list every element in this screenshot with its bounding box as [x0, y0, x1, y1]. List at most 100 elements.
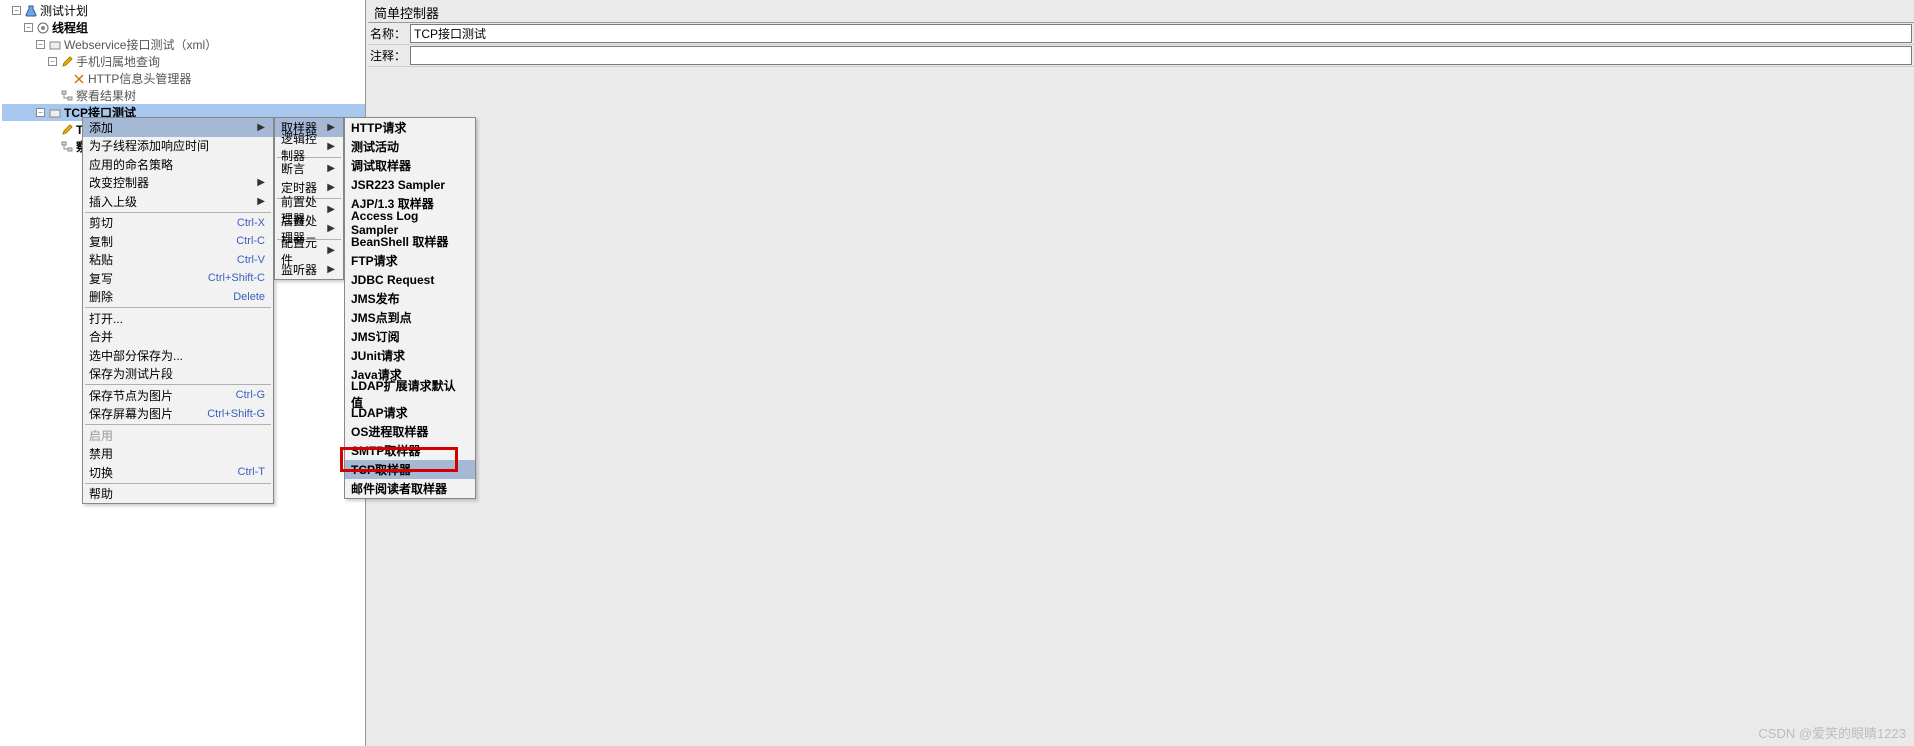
toggle-icon[interactable]: − — [24, 23, 33, 32]
menu-label: 测试活动 — [351, 138, 399, 155]
menu-label: 断言 — [281, 160, 305, 177]
menu-cut[interactable]: 剪切Ctrl-X — [83, 214, 273, 233]
menu-toggle[interactable]: 切换 Ctrl-T — [83, 463, 273, 482]
shortcut: Delete — [233, 291, 265, 303]
shortcut: Ctrl+Shift-G — [207, 408, 265, 420]
menu-naming-policy[interactable]: 应用的命名策略 — [83, 155, 273, 174]
menu-mail-reader[interactable]: 邮件阅读者取样器 — [345, 479, 475, 498]
menu-ldap-ext[interactable]: LDAP扩展请求默认值 — [345, 384, 475, 403]
tree-view-results-1[interactable]: 察看结果树 — [2, 87, 365, 104]
menu-label: OS进程取样器 — [351, 423, 428, 440]
menu-label: JDBC Request — [351, 273, 434, 287]
chevron-right-icon: ▶ — [327, 141, 335, 152]
context-menu-main: 添加▶ 为子线程添加响应时间 应用的命名策略 改变控制器▶ 插入上级▶ 剪切Ct… — [82, 117, 274, 504]
menu-http-request[interactable]: HTTP请求 — [345, 118, 475, 137]
menu-label: 保存节点为图片 — [89, 387, 173, 404]
menu-label: TCP取样器 — [351, 461, 411, 478]
menu-label: 改变控制器 — [89, 174, 149, 191]
menu-test-action[interactable]: 测试活动 — [345, 137, 475, 156]
menu-save-screen-img[interactable]: 保存屏幕为图片 Ctrl+Shift-G — [83, 405, 273, 424]
menu-add[interactable]: 添加▶ — [83, 118, 273, 137]
menu-label: SMTP取样器 — [351, 442, 420, 459]
menu-os-process[interactable]: OS进程取样器 — [345, 422, 475, 441]
menu-save-fragment[interactable]: 保存为测试片段 — [83, 365, 273, 384]
shortcut: Ctrl-T — [238, 466, 266, 478]
menu-label: 剪切 — [89, 214, 113, 231]
folder-icon — [48, 106, 62, 120]
menu-ftp[interactable]: FTP请求 — [345, 251, 475, 270]
menu-label: 合并 — [89, 328, 113, 345]
context-menu-add: 取样器▶ 逻辑控制器▶ 断言▶ 定时器▶ 前置处理器▶ 后置处理器▶ 配置元件▶… — [274, 117, 344, 280]
toggle-icon[interactable]: − — [36, 40, 45, 49]
menu-debug-sampler[interactable]: 调试取样器 — [345, 156, 475, 175]
menu-label: 切换 — [89, 464, 113, 481]
menu-jsr223[interactable]: JSR223 Sampler — [345, 175, 475, 194]
comment-input[interactable] — [410, 46, 1912, 65]
menu-label: FTP请求 — [351, 252, 398, 269]
tree-webservice[interactable]: − Webservice接口测试（xml） — [2, 36, 365, 53]
menu-listener[interactable]: 监听器▶ — [275, 260, 343, 279]
toggle-icon[interactable]: − — [36, 108, 45, 117]
tree-thread-group[interactable]: − 线程组 — [2, 19, 365, 36]
menu-separator — [85, 212, 271, 213]
menu-label: JSR223 Sampler — [351, 178, 445, 192]
menu-save-selection[interactable]: 选中部分保存为... — [83, 346, 273, 365]
menu-label: 插入上级 — [89, 193, 137, 210]
menu-label: JMS点到点 — [351, 309, 412, 326]
menu-label: LDAP请求 — [351, 404, 408, 421]
menu-disable[interactable]: 禁用 — [83, 445, 273, 464]
menu-logic-controller[interactable]: 逻辑控制器▶ — [275, 137, 343, 156]
menu-label: HTTP请求 — [351, 119, 406, 136]
menu-paste[interactable]: 粘贴Ctrl-V — [83, 251, 273, 270]
menu-jdbc[interactable]: JDBC Request — [345, 270, 475, 289]
tree-phone-query[interactable]: − 手机归属地查询 — [2, 53, 365, 70]
shortcut: Ctrl-G — [236, 389, 265, 401]
chevron-right-icon: ▶ — [327, 163, 335, 174]
menu-add-think-time[interactable]: 为子线程添加响应时间 — [83, 137, 273, 156]
pencil-icon — [60, 123, 74, 137]
menu-junit[interactable]: JUnit请求 — [345, 346, 475, 365]
menu-label: 添加 — [89, 119, 113, 136]
panel-title: 简单控制器 — [368, 0, 1914, 23]
menu-change-controller[interactable]: 改变控制器 ▶ — [83, 174, 273, 193]
name-label: 名称： — [368, 25, 410, 42]
menu-access-log[interactable]: Access Log Sampler — [345, 213, 475, 232]
name-input[interactable] — [410, 24, 1912, 43]
menu-label: 禁用 — [89, 445, 113, 462]
menu-delete[interactable]: 删除 Delete — [83, 288, 273, 307]
menu-save-node-img[interactable]: 保存节点为图片 Ctrl-G — [83, 386, 273, 405]
menu-help[interactable]: 帮助 — [83, 485, 273, 504]
tree-root-test-plan[interactable]: − 测试计划 — [2, 2, 365, 19]
menu-tcp-sampler[interactable]: TCP取样器 — [345, 460, 475, 479]
menu-merge[interactable]: 合并 — [83, 328, 273, 347]
menu-insert-parent[interactable]: 插入上级▶ — [83, 192, 273, 211]
menu-label: 应用的命名策略 — [89, 156, 173, 173]
menu-label: JMS发布 — [351, 290, 400, 307]
menu-open[interactable]: 打开... — [83, 309, 273, 328]
menu-label: 删除 — [89, 288, 113, 305]
menu-smtp[interactable]: SMTP取样器 — [345, 441, 475, 460]
menu-label: 为子线程添加响应时间 — [89, 137, 209, 154]
menu-label: 监听器 — [281, 261, 317, 278]
tree-http-header-mgr[interactable]: HTTP信息头管理器 — [2, 70, 365, 87]
menu-label: 邮件阅读者取样器 — [351, 480, 447, 497]
toggle-icon[interactable]: − — [12, 6, 21, 15]
form-body: 名称： 注释： — [368, 23, 1914, 67]
toggle-icon[interactable]: − — [48, 57, 57, 66]
tree-label: HTTP信息头管理器 — [88, 70, 191, 87]
menu-duplicate[interactable]: 复写Ctrl+Shift-C — [83, 269, 273, 288]
menu-label: 保存屏幕为图片 — [89, 405, 173, 422]
menu-copy[interactable]: 复制Ctrl-C — [83, 232, 273, 251]
chevron-right-icon: ▶ — [257, 177, 265, 188]
menu-jms-p2p[interactable]: JMS点到点 — [345, 308, 475, 327]
menu-jms-sub[interactable]: JMS订阅 — [345, 327, 475, 346]
menu-label: 复写 — [89, 270, 113, 287]
chevron-right-icon: ▶ — [327, 182, 335, 193]
menu-label: JMS订阅 — [351, 328, 400, 345]
menu-label: 逻辑控制器 — [281, 130, 327, 164]
menu-config-element[interactable]: 配置元件▶ — [275, 241, 343, 260]
x-icon — [72, 72, 86, 86]
menu-jms-pub[interactable]: JMS发布 — [345, 289, 475, 308]
shortcut: Ctrl-V — [237, 254, 265, 266]
menu-label: 保存为测试片段 — [89, 365, 173, 382]
